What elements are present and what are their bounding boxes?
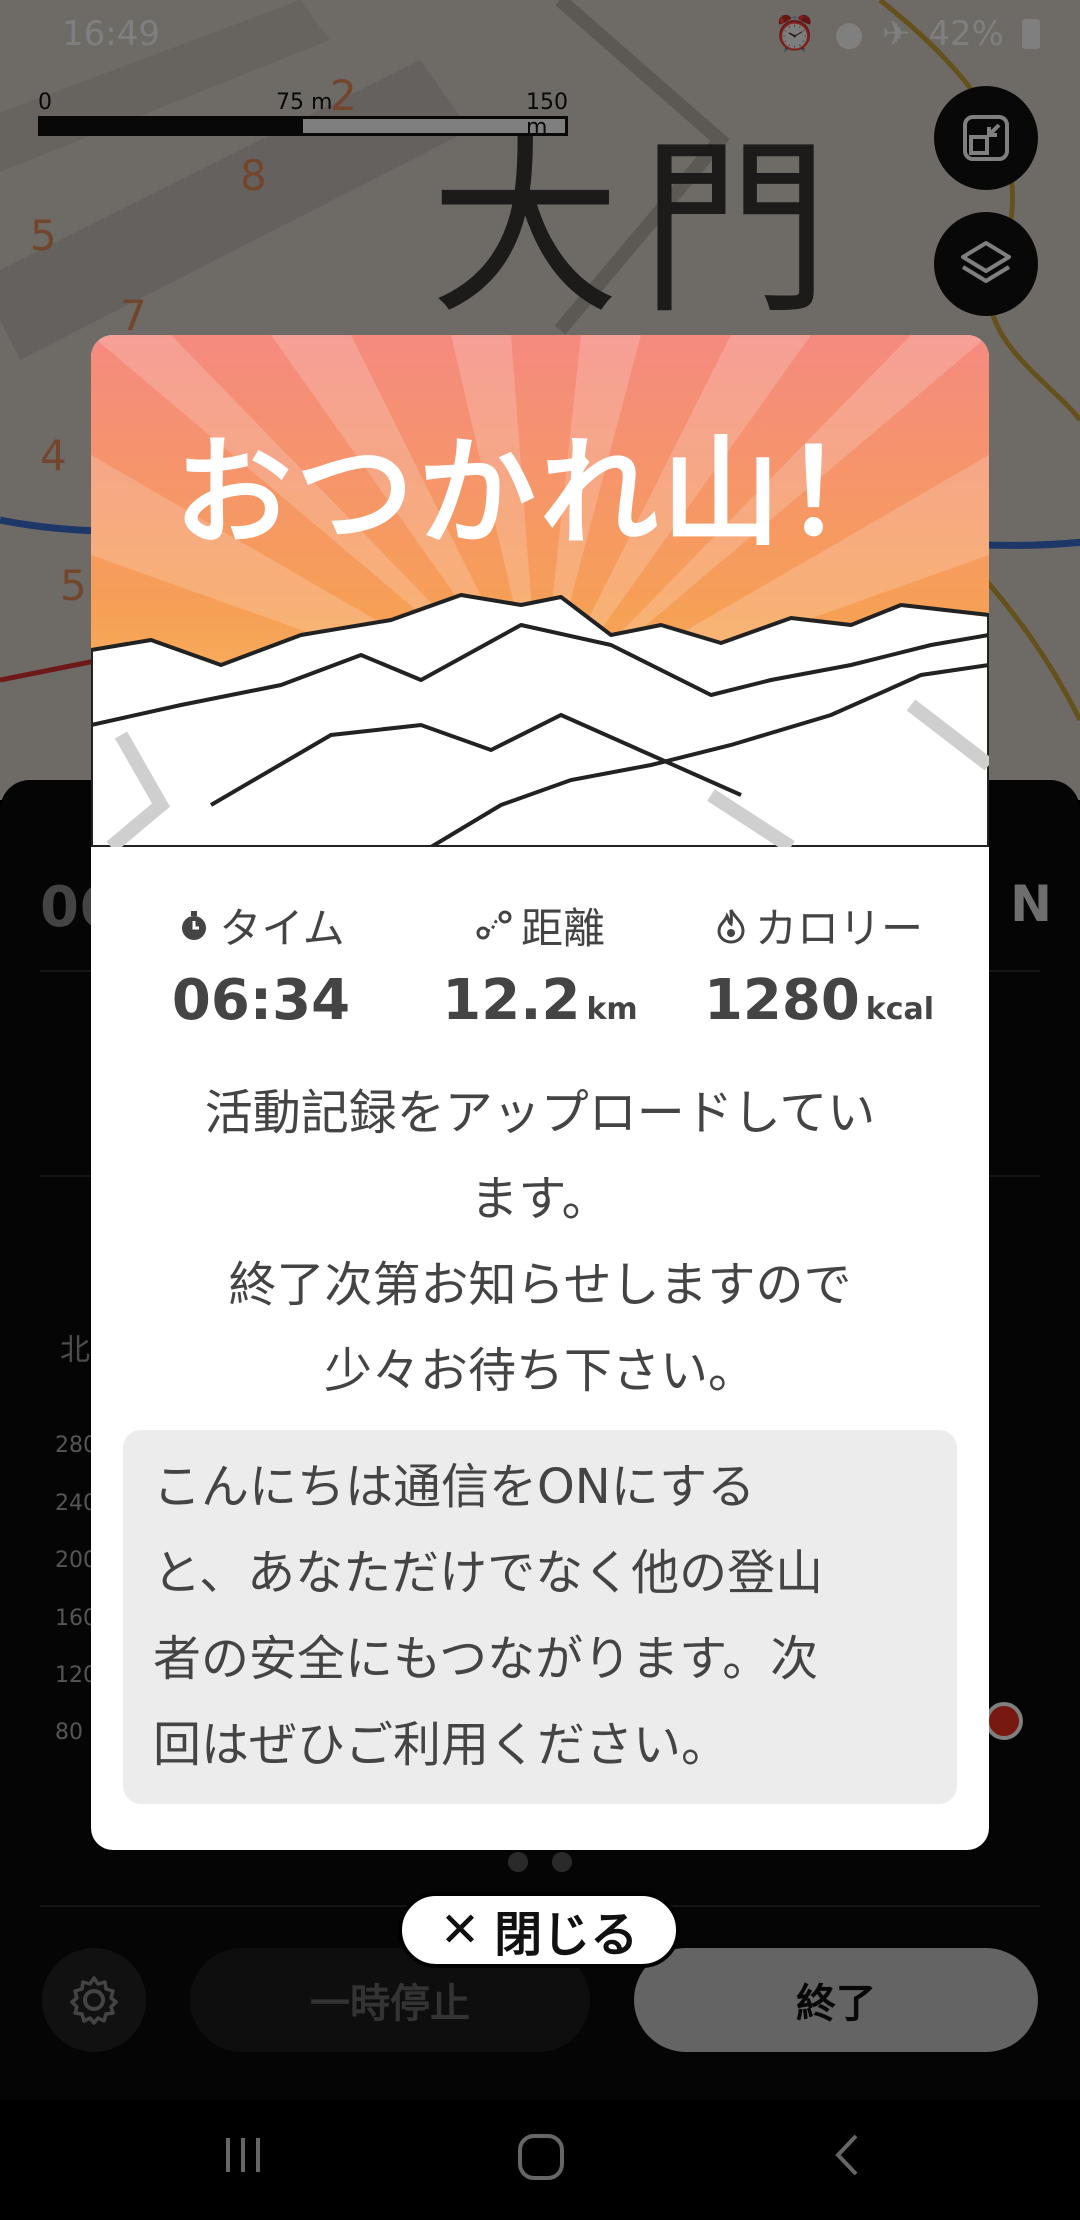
- notice-line: と、あなただけでなく他の登山: [153, 1545, 824, 1601]
- stat-time-value: 06:34: [171, 968, 351, 1033]
- close-button-label: 閉じる: [494, 1907, 639, 1963]
- route-icon: [476, 910, 512, 939]
- stat-distance-value: 12.2: [442, 968, 581, 1033]
- completion-dialog: おつかれ山！ タイム 06:34 距離 12.2 km カロリー 1280 kc…: [91, 335, 989, 1850]
- stat-time: タイム 06:34: [121, 895, 401, 1033]
- stat-calories-label: カロリー: [754, 904, 923, 953]
- upload-message: 活動記録をアップロードしてい ます。 終了次第お知らせしますので 少々お待ち下さ…: [131, 1070, 949, 1414]
- flame-icon: [717, 908, 745, 944]
- stat-distance-unit: km: [586, 992, 638, 1027]
- notice-line: 者の安全にもつながります。次: [153, 1631, 819, 1687]
- upload-message-line: 少々お待ち下さい。: [323, 1343, 756, 1399]
- upload-message-line: ます。: [470, 1171, 610, 1227]
- stat-calories: カロリー 1280 kcal: [679, 895, 959, 1033]
- close-button[interactable]: ✕ 閉じる: [398, 1892, 680, 1968]
- stat-distance: 距離 12.2 km: [400, 895, 680, 1033]
- close-icon: ✕: [439, 1902, 481, 1958]
- stopwatch-icon: [182, 910, 207, 940]
- dialog-header: おつかれ山！: [91, 335, 989, 847]
- upload-message-line: 活動記録をアップロードしてい: [204, 1085, 876, 1141]
- stat-calories-unit: kcal: [865, 992, 935, 1027]
- activity-stats: タイム 06:34 距離 12.2 km カロリー 1280 kcal: [91, 895, 989, 1065]
- notice-line: 回はぜひご利用ください。: [153, 1717, 730, 1773]
- connectivity-notice: こんにちは通信をONにする と、あなただけでなく他の登山 者の安全にもつながりま…: [123, 1430, 957, 1804]
- stat-distance-label: 距離: [520, 904, 605, 953]
- stat-time-label: タイム: [219, 904, 345, 953]
- upload-message-line: 終了次第お知らせしますので: [228, 1257, 852, 1313]
- dialog-title: おつかれ山！: [173, 424, 906, 562]
- notice-line: こんにちは通信をONにする: [153, 1459, 756, 1515]
- stat-calories-value: 1280: [703, 968, 860, 1033]
